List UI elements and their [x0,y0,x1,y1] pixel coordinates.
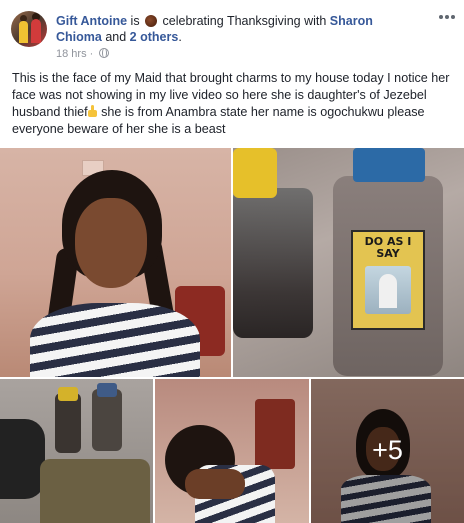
timestamp-link[interactable]: 18 hrs [56,48,87,60]
and-text: and [105,30,127,44]
thanksgiving-activity-icon [145,15,158,27]
others-link[interactable]: 2 others [130,30,179,44]
post-header: Gift Antoine is celebrating Thanksgiving… [56,13,416,45]
period-text: . [178,30,182,44]
photo-bottles[interactable]: DO AS I SAY [233,148,464,377]
author-name-link[interactable]: Gift Antoine [56,14,127,28]
bottle-label: DO AS I SAY [351,230,425,330]
post-meta: 18 hrs · [56,47,110,60]
photo-woman-hiding-face[interactable] [155,379,309,523]
more-photos-count: +5 [372,435,403,465]
globe-icon[interactable] [99,47,110,58]
more-options-icon[interactable] [438,12,456,22]
photo-woman-portrait[interactable] [0,148,231,377]
photo-more[interactable]: +5 [311,379,464,523]
photo-items[interactable] [0,379,153,523]
post-body: This is the face of my Maid that brought… [12,70,457,138]
author-avatar[interactable] [11,11,47,47]
meta-separator: · [89,48,94,60]
is-text: is [130,14,140,28]
thumbs-up-emoji-icon [87,105,98,117]
post-card: Gift Antoine is celebrating Thanksgiving… [0,0,464,523]
bottle-label-text: DO AS I SAY [364,235,412,260]
activity-text: celebrating Thanksgiving with [162,14,327,28]
